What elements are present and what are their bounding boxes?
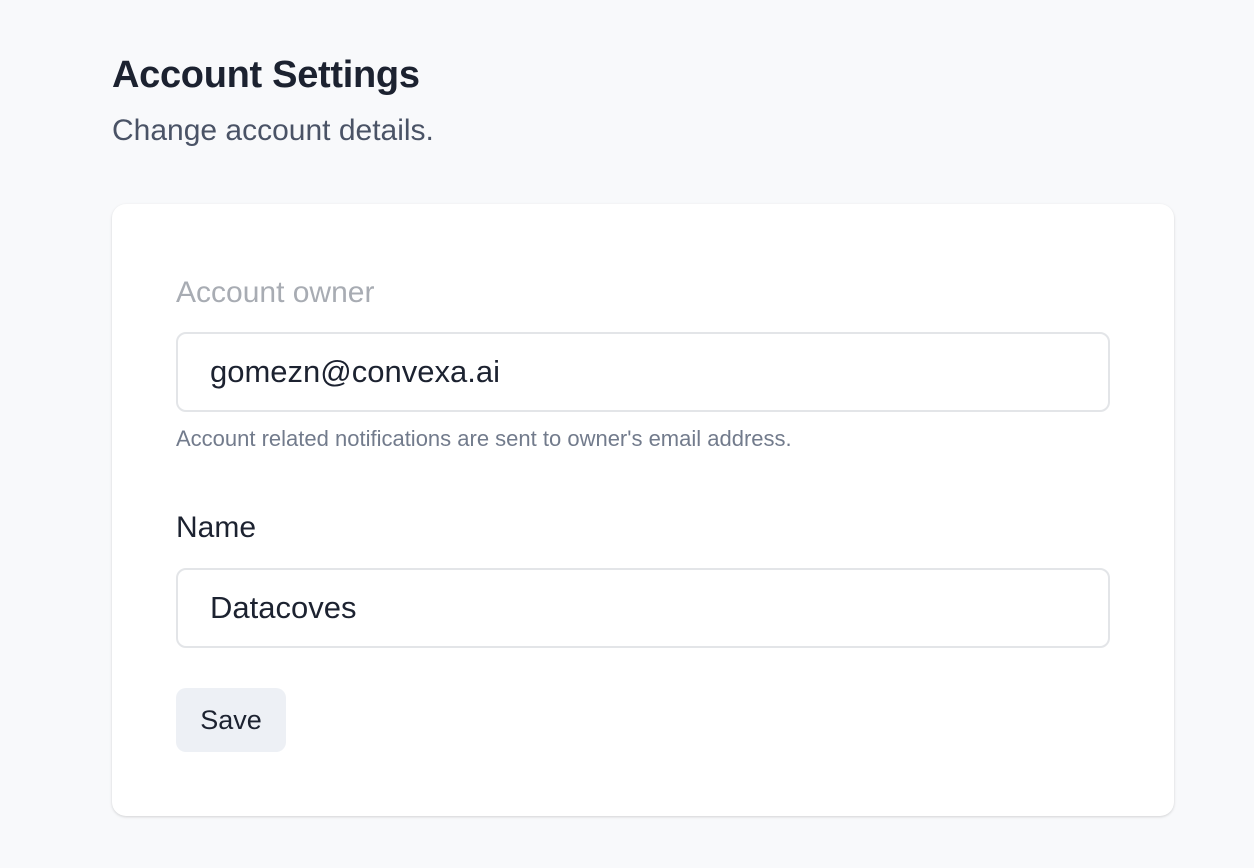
- save-button[interactable]: Save: [176, 688, 286, 752]
- account-owner-field[interactable]: [176, 332, 1110, 412]
- account-owner-label: Account owner: [176, 276, 375, 309]
- page-title: Account Settings: [112, 54, 420, 96]
- account-details-card: Account owner Account related notificati…: [112, 204, 1174, 816]
- account-owner-help-text: Account related notifications are sent t…: [176, 426, 792, 451]
- name-label: Name: [176, 511, 257, 544]
- page-subtitle: Change account details.: [112, 114, 434, 147]
- name-field[interactable]: [176, 568, 1110, 648]
